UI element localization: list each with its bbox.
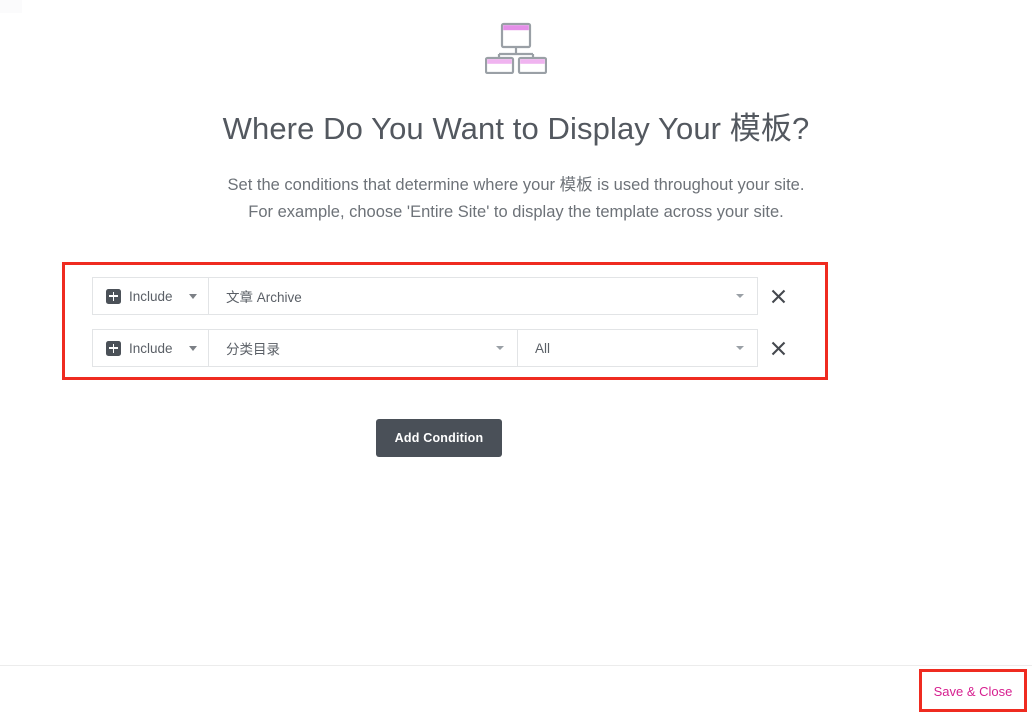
condition-object-select-0[interactable]: 文章 Archive [208, 277, 758, 315]
footer-divider [0, 665, 1032, 666]
condition-type-label: Include [129, 340, 173, 356]
chevron-down-icon [736, 346, 744, 350]
chevron-down-icon [189, 294, 197, 299]
condition-row: Include 文章 Archive [92, 277, 798, 315]
close-icon [771, 341, 785, 355]
subtitle-line-2: For example, choose 'Entire Site' to dis… [248, 202, 784, 221]
page-subtitle: Set the conditions that determine where … [0, 172, 1032, 225]
remove-condition-button-0[interactable] [758, 277, 798, 315]
save-and-close-button[interactable]: Save & Close [927, 678, 1019, 704]
chevron-down-icon [496, 346, 504, 350]
plus-square-icon [106, 288, 121, 304]
condition-row: Include 分类目录 All [92, 329, 798, 367]
condition-subobject-select-1[interactable]: All [518, 329, 758, 367]
condition-type-label: Include [129, 288, 173, 304]
page-title: Where Do You Want to Display Your 模板? [222, 111, 810, 146]
corner-artifact [0, 0, 22, 13]
subtitle-line-1: Set the conditions that determine where … [227, 176, 805, 194]
chevron-down-icon [736, 294, 744, 298]
condition-object-label: 文章 Archive [226, 290, 302, 305]
condition-object-label: 分类目录 [226, 342, 280, 357]
chevron-down-icon [189, 346, 197, 351]
condition-object-select-1[interactable]: 分类目录 [208, 329, 518, 367]
close-icon [771, 289, 785, 303]
display-conditions-modal: Where Do You Want to Display Your 模板? Se… [0, 0, 1032, 716]
conditions-list: Include 文章 Archive Include 分类目录 All [92, 277, 798, 367]
remove-condition-button-1[interactable] [758, 329, 798, 367]
condition-subobject-label: All [535, 340, 551, 356]
condition-type-select-0[interactable]: Include [92, 277, 208, 315]
condition-type-select-1[interactable]: Include [92, 329, 208, 367]
sitemap-icon [0, 18, 1032, 74]
plus-square-icon [106, 340, 121, 356]
add-condition-button[interactable]: Add Condition [376, 419, 502, 457]
